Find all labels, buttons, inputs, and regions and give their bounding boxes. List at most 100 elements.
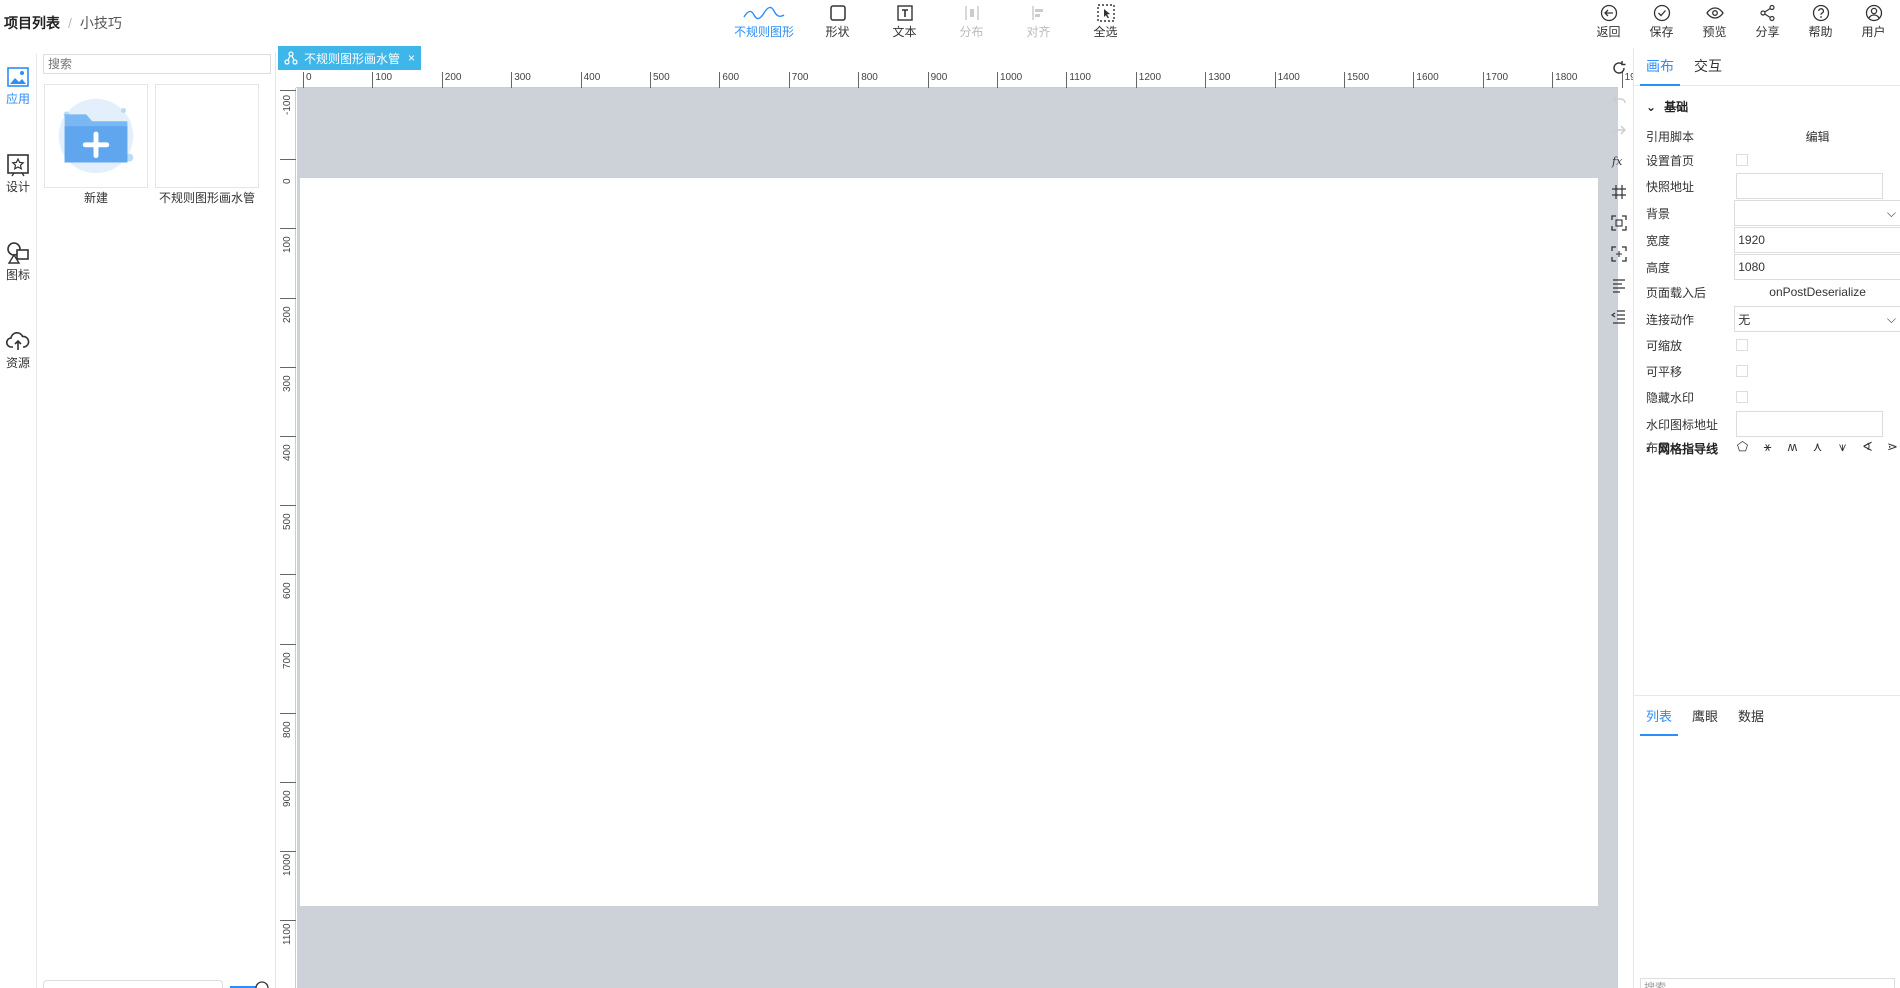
back-button[interactable]: 返回 bbox=[1582, 0, 1635, 44]
back-icon bbox=[1600, 4, 1617, 22]
ruler-tick: 100 bbox=[372, 72, 392, 88]
undo-button[interactable] bbox=[1606, 83, 1632, 114]
refresh-icon bbox=[1613, 60, 1626, 74]
row-home: 设置首页 bbox=[1646, 148, 1900, 172]
edit-script-link[interactable]: 编辑 bbox=[1734, 128, 1900, 145]
cloud-upload-icon bbox=[5, 332, 30, 350]
fit-screen-button[interactable] bbox=[1606, 207, 1632, 238]
layout-tree-right-icon[interactable]: ⋗ bbox=[1884, 439, 1900, 455]
tool-align[interactable]: 对齐 bbox=[1005, 0, 1072, 44]
right-toolbar: 返回 保存 预览 分享 帮助 用户 bbox=[1582, 0, 1900, 44]
refresh-button[interactable] bbox=[1606, 52, 1632, 83]
save-button[interactable]: 保存 bbox=[1635, 0, 1688, 44]
layout-tree-left-icon[interactable]: ∢ bbox=[1859, 439, 1876, 455]
layout-options: ⬠ ⚹ ʍ ⋏ ⩛ ∢ ⋗ bbox=[1734, 439, 1900, 455]
tool-distribute[interactable]: 分布 bbox=[938, 0, 1005, 44]
label: 隐藏水印 bbox=[1646, 390, 1695, 405]
thumb-caption: 新建 bbox=[83, 191, 108, 205]
snapshot-url-field[interactable] bbox=[1736, 173, 1883, 199]
section-basic[interactable]: ⌄ 基础 bbox=[1646, 98, 1688, 115]
breadcrumb-current: 小技巧 bbox=[79, 15, 122, 31]
outdent-icon bbox=[1611, 309, 1625, 324]
properties-panel: 画布 交互 ⌄ 基础 引用脚本 编辑 设置首页 快照地址 背景 ⌵ 宽度 1920… bbox=[1633, 48, 1900, 988]
label: 宽度 bbox=[1646, 233, 1671, 248]
thumb-caption: 不规则图形画水管 bbox=[158, 191, 255, 205]
thumbnail[interactable] bbox=[44, 84, 148, 188]
distribute-icon bbox=[964, 6, 979, 20]
layout-wave-icon[interactable]: ʍ bbox=[1784, 439, 1801, 455]
height-field[interactable]: 1080 bbox=[1734, 254, 1900, 280]
function-button[interactable]: fx bbox=[1606, 145, 1632, 176]
thumbnail[interactable] bbox=[155, 84, 259, 188]
rail-item-icons[interactable]: 图标 bbox=[0, 230, 36, 318]
tab-label: 不规则图形画水管 bbox=[304, 51, 401, 66]
home-checkbox[interactable] bbox=[1736, 154, 1748, 166]
rtool-label: 分享 bbox=[1755, 25, 1780, 39]
tab-interaction[interactable]: 交互 bbox=[1688, 48, 1728, 86]
left-bottom-input[interactable] bbox=[43, 980, 223, 988]
rail-item-design[interactable]: 设计 bbox=[0, 142, 36, 230]
layout-pentagon-icon[interactable]: ⬠ bbox=[1734, 439, 1751, 455]
onload-handler-link[interactable]: onPostDeserialize bbox=[1734, 285, 1900, 299]
rail-item-apps[interactable]: 应用 bbox=[0, 54, 36, 142]
background-select[interactable]: ⌵ bbox=[1734, 200, 1900, 226]
tool-text[interactable]: 文本 bbox=[871, 0, 938, 44]
ruler-tick: 100 bbox=[280, 228, 296, 278]
zoom-slider[interactable] bbox=[230, 980, 270, 988]
outdent-button[interactable] bbox=[1606, 300, 1632, 331]
label: 页面载入后 bbox=[1646, 285, 1707, 300]
layer-search-input[interactable]: 搜索 bbox=[1640, 978, 1895, 988]
layout-tree-up-icon[interactable]: ⋏ bbox=[1809, 439, 1826, 455]
tab-canvas[interactable]: 画布 bbox=[1640, 48, 1680, 86]
ruler-tick: 1300 bbox=[1205, 72, 1230, 88]
tool-select-all[interactable]: 全选 bbox=[1072, 0, 1139, 44]
ruler-tick: 1100 bbox=[1066, 72, 1091, 88]
fit-screen-icon bbox=[1611, 214, 1627, 231]
align-lines-button[interactable] bbox=[1606, 269, 1632, 300]
hide-watermark-checkbox[interactable] bbox=[1736, 391, 1748, 403]
connect-action-select[interactable]: 无 ⌵ bbox=[1734, 306, 1900, 332]
tab-list[interactable]: 列表 bbox=[1640, 696, 1679, 736]
tab-data[interactable]: 数据 bbox=[1732, 696, 1770, 736]
ruler-tick: 1800 bbox=[1552, 72, 1577, 88]
width-field[interactable]: 1920 bbox=[1734, 227, 1900, 253]
user-button[interactable]: 用户 bbox=[1847, 0, 1900, 44]
search-input[interactable] bbox=[43, 54, 271, 74]
canvas-workspace[interactable] bbox=[297, 88, 1618, 988]
grid-button[interactable] bbox=[1606, 176, 1632, 207]
list-item[interactable]: 不规则图形画水管 bbox=[155, 84, 259, 206]
zoomable-checkbox[interactable] bbox=[1736, 339, 1748, 351]
row-pannable: 可平移 bbox=[1646, 359, 1900, 383]
bottom-tabs: 列表 鹰眼 数据 bbox=[1634, 695, 1900, 736]
redo-button[interactable] bbox=[1606, 114, 1632, 145]
help-button[interactable]: 帮助 bbox=[1794, 0, 1847, 44]
label: 引用脚本 bbox=[1646, 129, 1695, 144]
section-grid-guides[interactable]: › 网格指导线 bbox=[1646, 440, 1718, 457]
share-button[interactable]: 分享 bbox=[1741, 0, 1794, 44]
pannable-checkbox[interactable] bbox=[1736, 365, 1748, 377]
rail-item-resources[interactable]: 资源 bbox=[0, 318, 36, 406]
breadcrumb-root[interactable]: 项目列表 bbox=[4, 15, 60, 31]
canvas-page[interactable] bbox=[300, 178, 1598, 906]
tool-shape[interactable]: 形状 bbox=[804, 0, 871, 44]
fx-icon: fx bbox=[1611, 155, 1623, 168]
actual-size-icon bbox=[1611, 245, 1627, 262]
ruler-tick: 1700 bbox=[1482, 72, 1508, 88]
tab-overview[interactable]: 鹰眼 bbox=[1686, 696, 1724, 736]
list-item[interactable]: 新建 bbox=[44, 84, 148, 206]
properties-tabs: 画布 交互 bbox=[1634, 48, 1900, 86]
redo-icon bbox=[1612, 125, 1626, 134]
tool-irregular-shape[interactable]: 不规则图形 bbox=[724, 0, 804, 44]
layout-star-icon[interactable]: ⚹ bbox=[1759, 439, 1776, 455]
ruler-tick: 300 bbox=[280, 366, 296, 417]
watermark-icon-url-field[interactable] bbox=[1736, 411, 1883, 437]
svg-text:fx: fx bbox=[1611, 155, 1623, 168]
document-tab[interactable]: 不规则图形画水管 × bbox=[278, 46, 422, 70]
tool-label: 文本 bbox=[892, 25, 917, 39]
preview-button[interactable]: 预览 bbox=[1688, 0, 1741, 44]
ruler-tick: 700 bbox=[788, 72, 808, 88]
row-watermark-icon: 水印图标地址 bbox=[1646, 411, 1900, 437]
layout-tree-down-icon[interactable]: ⩛ bbox=[1834, 439, 1851, 455]
close-icon[interactable]: × bbox=[408, 51, 415, 65]
actual-size-button[interactable] bbox=[1606, 238, 1632, 269]
